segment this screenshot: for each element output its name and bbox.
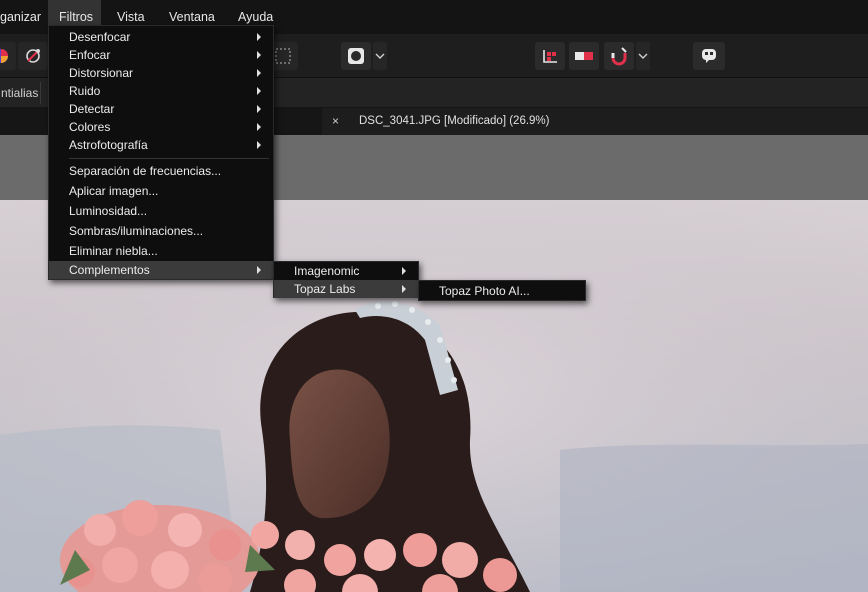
plugins-submenu: Imagenomic Topaz Labs [273,261,419,298]
menu-item-desenfocar[interactable]: Desenfocar [49,28,273,46]
menu-item-label: Detectar [69,102,115,116]
color-wheel-button[interactable] [0,42,16,70]
menu-item-label: Ruido [69,84,101,98]
menu-item-topaz-photo-ai[interactable]: Topaz Photo AI... [419,282,585,300]
chevron-right-icon [257,33,261,41]
menu-item-label: Colores [69,120,111,134]
chevron-right-icon [402,267,406,275]
menu-item-enfocar[interactable]: Enfocar [49,46,273,64]
menu-item-distorsionar[interactable]: Distorsionar [49,64,273,82]
menu-item-label: Separación de frecuencias... [69,164,222,178]
eyedropper-icon [26,49,40,63]
close-icon[interactable]: × [332,114,339,128]
menu-item-label: Imagenomic [294,264,360,278]
filters-menu: Desenfocar Enfocar Distorsionar Ruido De… [48,25,274,280]
color-wheel-icon [0,49,8,63]
chevron-right-icon [257,69,261,77]
menu-item-separacion-frecuencias[interactable]: Separación de frecuencias... [49,162,273,180]
menu-item-topaz-labs[interactable]: Topaz Labs [274,280,418,298]
grid-snap-icon [543,50,557,63]
chevron-right-icon [257,266,261,274]
chevron-down-icon [375,53,385,59]
menu-item-label: Astrofotografía [69,138,148,152]
menu-item-luminosidad[interactable]: Luminosidad... [49,202,273,220]
menu-separator [69,158,269,159]
menu-item-aplicar-imagen[interactable]: Aplicar imagen... [49,182,273,200]
menu-item-label: Distorsionar [69,66,134,80]
toggle-icon [575,52,593,60]
divider [40,82,41,104]
chevron-right-icon [257,87,261,95]
menu-organizar[interactable]: ganizar [0,0,41,34]
menu-item-eliminar-niebla[interactable]: Eliminar niebla... [49,242,273,260]
dropdown-chevron-button[interactable] [373,42,387,70]
document-title[interactable]: DSC_3041.JPG [Modificado] (26.9%) [359,115,549,127]
grid-snap-button[interactable] [535,42,565,70]
menu-item-complementos[interactable]: Complementos [49,261,273,279]
menu-item-label: Sombras/iluminaciones... [69,224,204,238]
assistant-icon [702,49,716,63]
chevron-right-icon [257,123,261,131]
toggle-button[interactable] [569,42,599,70]
eyedropper-button[interactable] [18,42,48,70]
assistant-button[interactable] [693,42,725,70]
menu-item-label: Topaz Labs [294,282,356,296]
menu-item-detectar[interactable]: Detectar [49,100,273,118]
chevron-right-icon [257,105,261,113]
antialias-label[interactable]: ntialias [0,78,38,108]
menu-item-label: Eliminar niebla... [69,244,158,258]
menu-item-ruido[interactable]: Ruido [49,82,273,100]
menu-item-label: Complementos [69,263,150,277]
record-circle-icon [348,48,364,64]
chevron-right-icon [257,51,261,59]
menu-item-astrofotografia[interactable]: Astrofotografía [49,136,273,154]
menu-item-imagenomic[interactable]: Imagenomic [274,262,418,280]
chevron-right-icon [402,285,406,293]
magnet-snap-button[interactable] [604,42,634,70]
chevron-down-icon [638,53,648,59]
record-circle-button[interactable] [341,42,371,70]
snap-dropdown-chevron[interactable] [636,42,650,70]
menu-item-label: Aplicar imagen... [69,184,159,198]
topaz-submenu: Topaz Photo AI... [418,280,586,301]
menu-item-colores[interactable]: Colores [49,118,273,136]
chevron-right-icon [257,141,261,149]
menu-item-label: Luminosidad... [69,204,148,218]
menu-item-sombras-iluminaciones[interactable]: Sombras/iluminaciones... [49,222,273,240]
menu-item-label: Enfocar [69,48,111,62]
menu-item-label: Desenfocar [69,30,131,44]
menu-item-label: Topaz Photo AI... [439,284,530,298]
magnet-snap-icon [611,47,627,66]
